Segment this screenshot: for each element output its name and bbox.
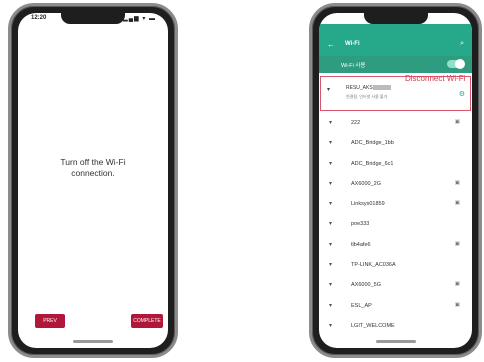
instruction-line-1: Turn off the Wi-Fi [60, 157, 126, 167]
wifi-toggle-switch[interactable] [447, 59, 465, 69]
network-name: TP-LINK_AC036A [351, 262, 396, 269]
network-row[interactable]: ▾ AX6000_5G ▣ [319, 275, 472, 295]
wifi-signal-icon: ▾ [329, 262, 333, 269]
wifi-signal-icon: ▾ [329, 180, 333, 187]
wifi-signal-icon: ▾ [329, 140, 333, 147]
wifi-signal-icon: ▾ [327, 87, 331, 93]
network-name: Linksys01859 [351, 201, 385, 208]
wifi-signal-icon: ▾ [329, 201, 333, 208]
network-row[interactable]: ▾ AX6000_2G ▣ [319, 174, 472, 194]
page-title: Wi-Fi [345, 41, 360, 47]
complete-button[interactable]: COMPLETE [131, 314, 163, 328]
lock-icon: ▣ [454, 240, 460, 247]
left-phone: 12:20 ▂▄▆ ▾ ▬ Turn off the Wi-Fi connect… [8, 3, 178, 358]
right-phone: ← Wi-Fi ⌕ 12:20 ▂▄▆ ▾ ▬ Wi-Fi 사용 ▾ RESU_… [309, 3, 482, 358]
disconnect-wifi-callout: Disconnect Wi-Fi [405, 74, 466, 83]
network-name: tlb4afe6 [351, 241, 371, 248]
search-icon[interactable]: ⌕ [460, 40, 464, 48]
network-name: ADC_Bridge_6c1 [351, 160, 394, 167]
network-row[interactable]: ▾ poe333 [319, 214, 472, 234]
status-time: 12:20 [332, 15, 348, 21]
prev-button[interactable]: PREV [35, 314, 65, 328]
wifi-signal-icon: ▾ [329, 241, 333, 248]
home-indicator [375, 340, 416, 343]
network-row[interactable]: ▾ ADC_Bridge_6c1 [319, 154, 472, 174]
wifi-signal-icon: ▾ [329, 160, 333, 167]
wifi-signal-icon: ▾ [329, 282, 333, 289]
wifi-toggle-label: Wi-Fi 사용 [341, 63, 366, 69]
connected-ssid: RESU_AKS [346, 85, 391, 91]
wifi-app-bar: ← Wi-Fi ⌕ [319, 24, 472, 56]
network-list: ▾ 222 ▣ ▾ ADC_Bridge_1bb ▾ ADC_Bridge_6c1 ▾ AX60… [319, 113, 472, 336]
network-row[interactable]: ▾ 222 ▣ [319, 113, 472, 133]
wifi-signal-icon: ▾ [329, 120, 333, 126]
network-name: AX6000_2G [351, 180, 381, 187]
network-row[interactable]: ▾ Linksys01859 ▣ [319, 194, 472, 214]
lock-icon: ▣ [454, 200, 460, 207]
back-arrow-icon[interactable]: ← [327, 40, 335, 49]
lock-icon: ▣ [454, 179, 460, 186]
notch [61, 13, 125, 24]
connected-status: 연결됨, 인터넷 사용 불가 [346, 94, 388, 99]
network-row[interactable]: ▾ tlb4afe6 ▣ [319, 235, 472, 255]
instruction-message: Turn off the Wi-Fi connection. [18, 157, 168, 179]
lock-icon: ▣ [454, 301, 460, 308]
network-name: ESL_AP [351, 302, 372, 309]
home-indicator [73, 340, 113, 343]
wifi-signal-icon: ▾ [329, 221, 333, 228]
instruction-line-2: connection. [71, 168, 115, 178]
status-time: 12:20 [31, 15, 47, 21]
network-name: 222 [351, 120, 361, 126]
network-row[interactable]: ▾ TP-LINK_AC036A [319, 255, 472, 275]
status-icons: ▂▄▆ ▾ ▬ [123, 16, 156, 22]
network-name: LGIT_WELCOME [351, 322, 395, 329]
network-name: poe333 [351, 221, 370, 228]
right-phone-screen: ← Wi-Fi ⌕ 12:20 ▂▄▆ ▾ ▬ Wi-Fi 사용 ▾ RESU_… [319, 13, 472, 348]
wifi-toggle-row[interactable]: Wi-Fi 사용 [319, 56, 472, 73]
wifi-signal-icon: ▾ [329, 302, 333, 309]
gear-icon[interactable]: ⚙ [459, 90, 465, 98]
lock-icon: ▣ [454, 281, 460, 288]
status-icons: ▂▄▆ ▾ ▬ [427, 16, 460, 22]
left-phone-screen: 12:20 ▂▄▆ ▾ ▬ Turn off the Wi-Fi connect… [18, 13, 168, 348]
wifi-signal-icon: ▾ [329, 322, 333, 329]
notch [363, 13, 428, 24]
lock-icon: ▣ [454, 119, 460, 125]
network-row[interactable]: ▾ ESL_AP ▣ [319, 296, 472, 316]
network-name: ADC_Bridge_1bb [351, 140, 394, 147]
network-name: AX6000_5G [351, 282, 381, 289]
network-row[interactable]: ▾ LGIT_WELCOME [319, 316, 472, 336]
network-row[interactable]: ▾ ADC_Bridge_1bb [319, 133, 472, 153]
